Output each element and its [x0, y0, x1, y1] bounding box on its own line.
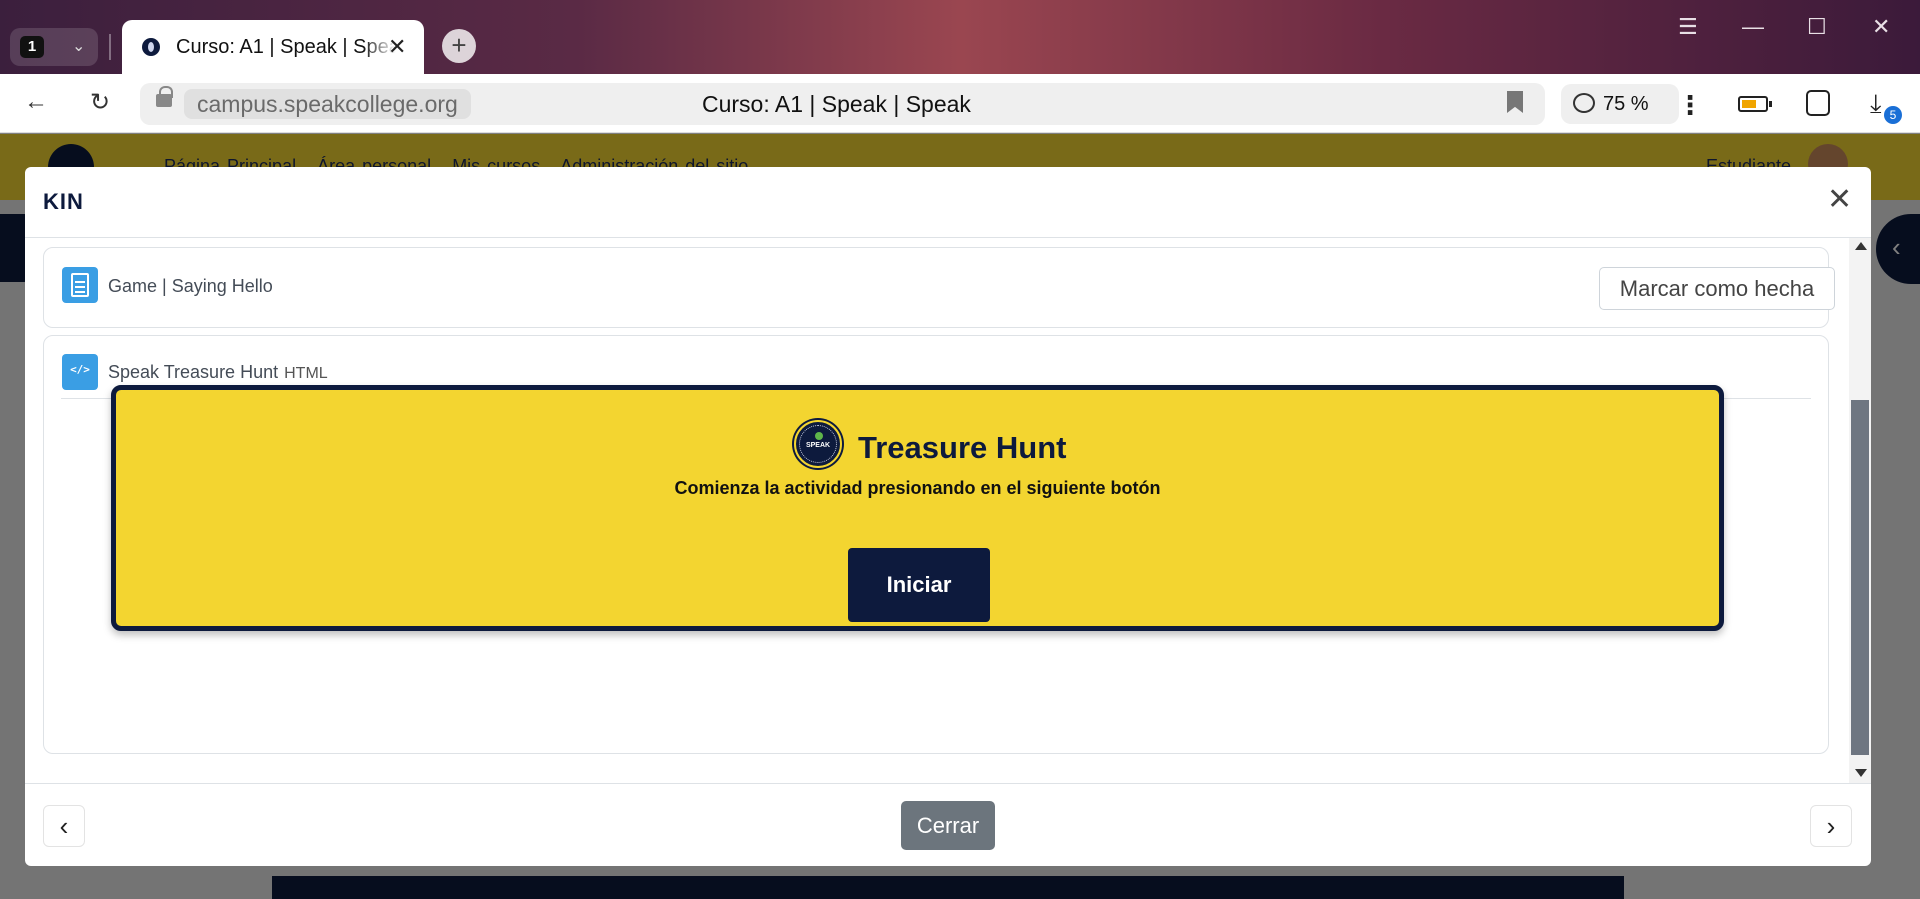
- new-tab-button[interactable]: +: [442, 29, 476, 63]
- activity-item: Game | Saying Hello Marcar como hecha: [43, 247, 1835, 328]
- more-options-icon[interactable]: ⋮: [1677, 90, 1703, 121]
- zoom-button[interactable]: 75 %: [1561, 84, 1679, 124]
- modal-title: KIN: [43, 189, 84, 214]
- close-modal-button[interactable]: Cerrar: [901, 801, 995, 850]
- bookmark-icon[interactable]: [1507, 91, 1523, 113]
- treasure-hunt-card: SPEAK Treasure Hunt Comienza la activida…: [111, 385, 1724, 631]
- speak-logo: SPEAK: [794, 420, 842, 468]
- chevron-down-icon: ⌄: [72, 38, 86, 55]
- zoom-level: 75 %: [1603, 93, 1649, 115]
- chat-bubble-icon: [1573, 93, 1595, 113]
- modal-body: Game | Saying Hello Marcar como hecha </…: [25, 238, 1871, 783]
- treasure-hunt-title: Treasure Hunt: [858, 430, 1067, 465]
- tab-title: Curso: A1 | Speak | Speak: [176, 36, 396, 58]
- mark-as-done-button[interactable]: Marcar como hecha: [1599, 267, 1835, 310]
- url-text[interactable]: campus.speakcollege.org: [184, 89, 471, 119]
- lock-icon[interactable]: [156, 86, 173, 107]
- scrollbar-thumb[interactable]: [1851, 400, 1869, 755]
- browser-menu-icon[interactable]: ☰: [1678, 14, 1698, 40]
- url-bar[interactable]: campus.speakcollege.org Curso: A1 | Spea…: [140, 83, 1545, 125]
- back-arrow-icon[interactable]: ←: [24, 88, 48, 116]
- maximize-icon[interactable]: ☐: [1807, 14, 1827, 40]
- window-close-icon[interactable]: ✕: [1872, 14, 1890, 40]
- activity-type-label: HTML: [284, 365, 328, 382]
- activity-modal: KIN ✕ Game | Saying Hello Marcar como he…: [25, 167, 1871, 866]
- modal-footer: ‹ Cerrar ›: [25, 783, 1871, 866]
- downloads-count-badge: 5: [1884, 106, 1902, 124]
- browser-titlebar: 1 ⌄ Curso: A1 | Speak | Speak ✕ + ☰ — ☐ …: [0, 0, 1920, 74]
- activity-name[interactable]: Speak Treasure Hunt: [108, 362, 278, 382]
- tab-separator: [109, 34, 111, 60]
- page-icon: [62, 267, 98, 303]
- scroll-down-arrow-icon[interactable]: [1855, 769, 1867, 777]
- site-favicon-icon: [142, 38, 160, 56]
- battery-saver-icon[interactable]: [1738, 96, 1772, 112]
- modal-scrollbar[interactable]: [1849, 238, 1871, 783]
- tab-count: 1: [20, 36, 44, 58]
- page-title-in-urlbar: Curso: A1 | Speak | Speak: [702, 91, 971, 117]
- reload-icon[interactable]: ↻: [90, 88, 110, 117]
- activity-link[interactable]: Speak Treasure Hunt HTML: [108, 362, 328, 383]
- tab-counter-button[interactable]: 1 ⌄: [10, 28, 98, 66]
- logo-text: SPEAK: [805, 442, 831, 449]
- sidebar-panel-icon[interactable]: [1806, 90, 1830, 116]
- tab-close-icon[interactable]: ✕: [388, 34, 406, 60]
- next-activity-button[interactable]: ›: [1810, 805, 1852, 847]
- download-icon[interactable]: ⤓: [1870, 88, 1882, 120]
- scroll-up-arrow-icon[interactable]: [1855, 242, 1867, 250]
- html-file-icon: </>: [62, 354, 98, 390]
- previous-activity-button[interactable]: ‹: [43, 805, 85, 847]
- close-icon[interactable]: ✕: [1827, 185, 1852, 215]
- treasure-hunt-instructions: Comienza la actividad presionando en el …: [674, 478, 1161, 498]
- start-button[interactable]: Iniciar: [848, 548, 990, 622]
- minimize-icon[interactable]: —: [1742, 14, 1764, 40]
- modal-header: KIN ✕: [25, 167, 1871, 238]
- browser-tab-active[interactable]: Curso: A1 | Speak | Speak ✕: [122, 20, 424, 74]
- activity-link[interactable]: Game | Saying Hello: [108, 276, 273, 297]
